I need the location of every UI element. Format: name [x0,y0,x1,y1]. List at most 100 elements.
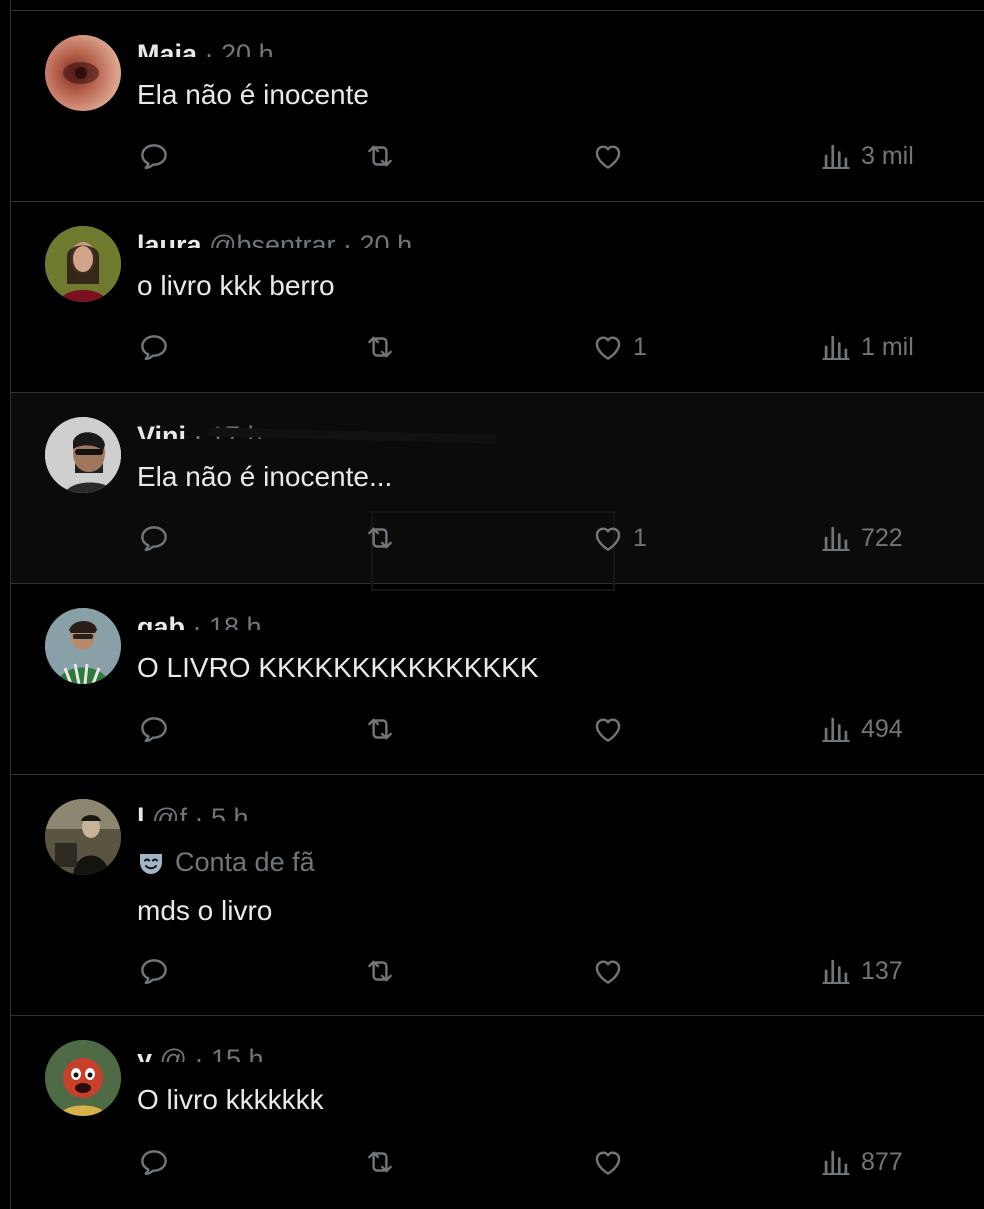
reply-post[interactable]: Vini · 17 h Ela não é inocente... 1 722 [11,393,984,591]
fan-account-text: Conta de fã [175,847,315,877]
like-button[interactable] [591,1145,633,1179]
views-icon [819,139,853,173]
heart-icon [591,712,625,746]
like-button[interactable]: 1 [591,330,647,364]
display-name[interactable]: laura [137,230,202,248]
views-button[interactable]: 722 [819,521,903,555]
views-button[interactable]: 3 mil [819,139,914,173]
reply-button[interactable] [137,712,179,746]
display-name[interactable]: l [137,803,145,821]
views-icon [819,330,853,364]
reply-post[interactable]: gab · 18 h O LIVRO KKKKKKKKKKKKKKK 494 [11,584,984,775]
heart-icon [591,330,625,364]
repost-button[interactable] [363,712,405,746]
post-text: Ela não é inocente... [137,461,393,492]
reply-post[interactable]: l @f · 5 h Conta de fã mds o livro 137 [11,775,984,1016]
views-count: 1 mil [861,332,914,361]
like-count: 1 [633,523,647,552]
repost-button[interactable] [363,521,405,555]
repost-button[interactable] [363,1145,405,1179]
repost-button[interactable] [363,139,405,173]
theater-mask-icon [140,853,162,874]
post-text: o livro kkk berro [137,270,335,301]
post-meta: l @f · 5 h [137,797,249,821]
action-bar: 1 722 [11,521,984,561]
like-button[interactable] [591,139,633,173]
handle[interactable]: @ [160,1044,187,1062]
post-text: O livro kkkkkkk [137,1084,324,1115]
action-bar: 137 [11,954,984,994]
heart-icon [591,139,625,173]
views-icon [819,1145,853,1179]
repost-icon [363,712,397,746]
like-button[interactable]: 1 [591,521,647,555]
reply-button[interactable] [137,330,179,364]
views-button[interactable]: 137 [819,954,903,988]
reply-button[interactable] [137,139,179,173]
heart-icon [591,1145,625,1179]
avatar[interactable] [45,1040,121,1116]
replies-feed: Maia · 20 h Ela não é inocente 3 mil lau… [10,0,984,1209]
post-time[interactable]: · 20 h [205,39,274,57]
redaction-mark [206,427,498,444]
avatar[interactable] [45,35,121,111]
repost-icon [363,330,397,364]
heart-icon [591,954,625,988]
display-name[interactable]: y [137,1044,152,1062]
post-time[interactable]: · 15 h [194,1044,263,1062]
reply-button[interactable] [137,1145,179,1179]
reply-icon [137,954,171,988]
post-time[interactable]: · 5 h [194,803,248,821]
views-icon [819,954,853,988]
views-count: 722 [861,523,903,552]
views-icon [819,712,853,746]
fan-account-label: Conta de fã [137,847,315,878]
avatar[interactable] [45,226,121,302]
action-bar: 494 [11,712,984,752]
reply-icon [137,1145,171,1179]
post-time[interactable]: · 18 h [193,612,262,630]
views-button[interactable]: 1 mil [819,330,914,364]
repost-button[interactable] [363,954,405,988]
action-bar: 1 1 mil [11,330,984,370]
post-time[interactable]: · 20 h [343,230,412,248]
views-count: 3 mil [861,141,914,170]
action-bar: 3 mil [11,139,984,179]
handle[interactable]: @f [152,803,187,821]
handle[interactable]: @bsentrar [209,230,335,248]
reply-post[interactable]: Maia · 20 h Ela não é inocente 3 mil [11,11,984,202]
post-meta: laura @bsentrar · 20 h [137,224,412,248]
avatar[interactable] [45,799,121,875]
views-button[interactable]: 494 [819,712,903,746]
reply-post[interactable]: y @ · 15 h O livro kkkkkkk 877 [11,1016,984,1209]
repost-icon [363,1145,397,1179]
like-count: 1 [633,332,647,361]
reply-icon [137,139,171,173]
avatar[interactable] [45,608,121,684]
display-name[interactable]: Vini [137,421,186,439]
post-text: mds o livro [137,895,273,926]
display-name[interactable]: Maia [137,39,197,57]
views-count: 494 [861,714,903,743]
repost-button[interactable] [363,330,405,364]
reply-icon [137,330,171,364]
views-count: 137 [861,956,903,985]
reply-button[interactable] [137,954,179,988]
post-meta: Maia · 20 h [137,33,274,57]
post-meta: y @ · 15 h [137,1038,264,1062]
reply-button[interactable] [137,521,179,555]
views-count: 877 [861,1147,903,1176]
avatar[interactable] [45,417,121,493]
post-text: Ela não é inocente [137,79,369,110]
repost-icon [363,954,397,988]
reply-post[interactable]: laura @bsentrar · 20 h o livro kkk berro… [11,202,984,393]
views-button[interactable]: 877 [819,1145,903,1179]
repost-icon [363,139,397,173]
heart-icon [591,521,625,555]
like-button[interactable] [591,712,633,746]
display-name[interactable]: gab [137,612,185,630]
post-text: O LIVRO KKKKKKKKKKKKKKK [137,652,539,683]
reply-icon [137,521,171,555]
like-button[interactable] [591,954,633,988]
post-meta: gab · 18 h [137,606,262,630]
